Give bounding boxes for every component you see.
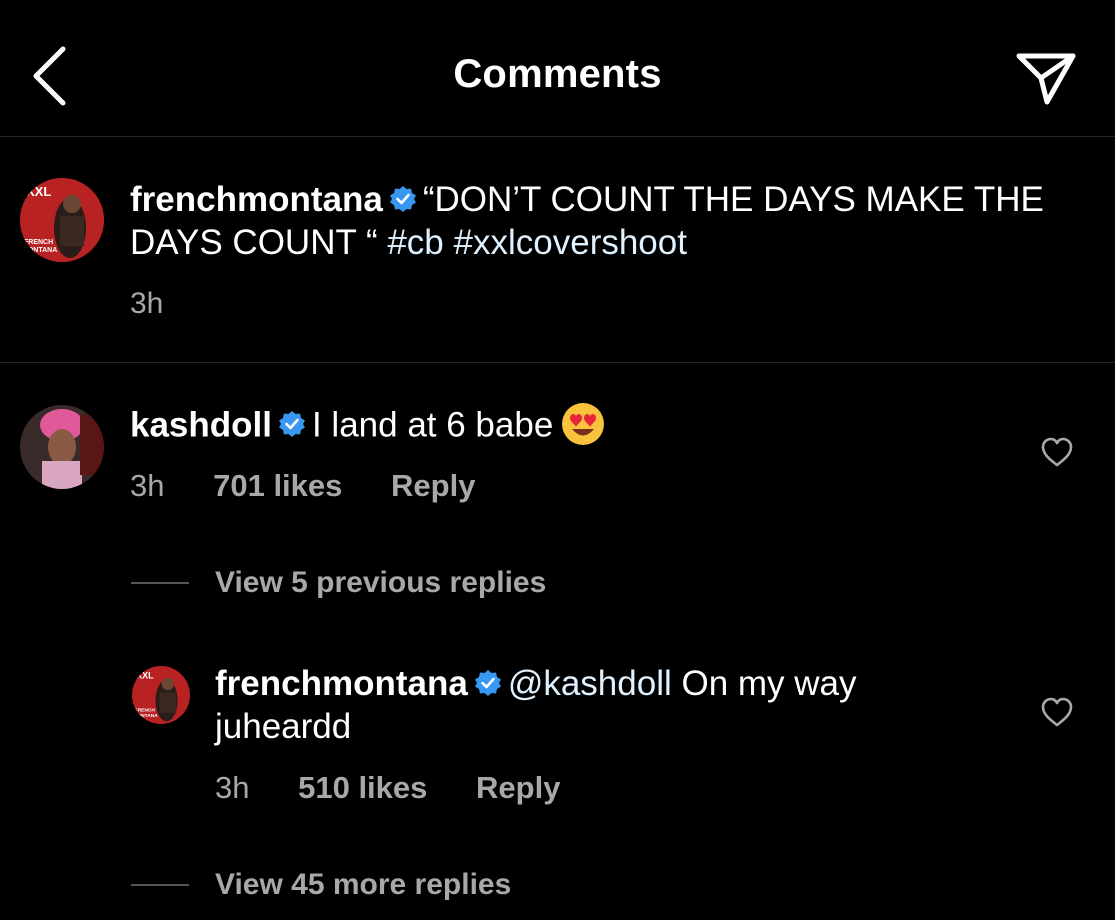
reply-avatar[interactable]: XXL FRENCH MONTANA <box>132 666 190 724</box>
view-more-replies[interactable]: View 45 more replies <box>215 868 511 902</box>
verified-badge-icon <box>474 669 501 696</box>
caption-time: 3h <box>130 287 164 320</box>
svg-text:FRENCH: FRENCH <box>24 239 53 246</box>
caption-username[interactable]: frenchmontana <box>130 180 383 219</box>
reply-username[interactable]: frenchmontana <box>215 664 468 703</box>
reply-likes[interactable]: 510 likes <box>298 770 427 805</box>
comment-text: kashdoll I land at 6 babe <box>130 402 1010 452</box>
svg-text:MONTANA: MONTANA <box>133 713 158 719</box>
avatar-image <box>20 405 104 489</box>
heart-eyes-emoji <box>562 403 605 445</box>
divider <box>0 362 1115 363</box>
comment-likes[interactable]: 701 likes <box>213 468 342 503</box>
hashtag-link[interactable]: #cb <box>387 223 443 262</box>
reply-time: 3h <box>215 770 250 805</box>
caption-avatar[interactable]: XXL FRENCH MONTANA <box>20 178 104 262</box>
comment-avatar[interactable] <box>20 405 104 489</box>
view-replies-line <box>131 582 189 584</box>
comment-username[interactable]: kashdoll <box>130 405 272 444</box>
heart-icon[interactable] <box>1040 436 1074 468</box>
reply-button[interactable]: Reply <box>391 468 475 503</box>
verified-badge-icon <box>389 185 416 212</box>
svg-text:MONTANA: MONTANA <box>22 247 57 254</box>
avatar-image: XXL FRENCH MONTANA <box>20 178 104 262</box>
page-title: Comments <box>453 52 662 96</box>
hashtag-link[interactable]: #xxlcovershoot <box>454 223 687 262</box>
comment-time: 3h <box>130 468 165 503</box>
view-previous-replies[interactable]: View 5 previous replies <box>215 566 546 600</box>
comment-body: I land at 6 babe <box>311 405 554 445</box>
reply-button[interactable]: Reply <box>476 770 560 805</box>
svg-text:FRENCH: FRENCH <box>135 708 156 714</box>
heart-icon[interactable] <box>1040 696 1074 728</box>
send-icon[interactable] <box>1013 48 1079 108</box>
reply-text: frenchmontana @kashdoll On my way juhear… <box>215 662 975 748</box>
view-more-line <box>131 884 189 886</box>
comment-meta: 3h 701 likes Reply <box>130 468 475 504</box>
avatar-image: XXL FRENCH MONTANA <box>132 666 190 724</box>
avatar-logo-text: XXL <box>26 184 51 199</box>
header-bar: Comments <box>0 0 1115 137</box>
avatar-logo-text: XXL <box>136 670 154 680</box>
reply-meta: 3h 510 likes Reply <box>215 770 560 806</box>
verified-badge-icon <box>278 411 305 437</box>
caption-text: frenchmontana “DON’T COUNT THE DAYS MAKE… <box>130 178 1070 264</box>
mention-link[interactable]: @kashdoll <box>508 664 672 703</box>
